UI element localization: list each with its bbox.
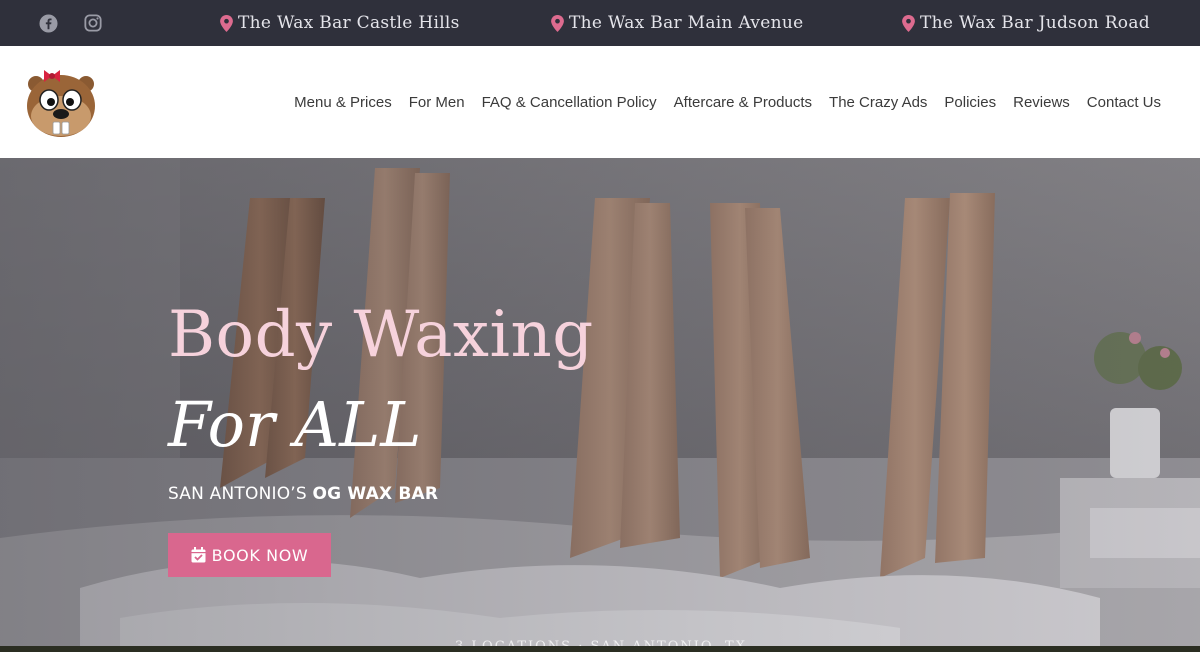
facebook-icon[interactable] (39, 0, 58, 46)
location-judson-road[interactable]: The Wax Bar Judson Road (902, 0, 1150, 46)
hero-headline: Body Waxing (168, 298, 594, 372)
tagline-prefix: SAN ANTONIO’S (168, 484, 313, 504)
nav-faq-cancellation[interactable]: FAQ & Cancellation Policy (482, 94, 657, 111)
nav-crazy-ads[interactable]: The Crazy Ads (829, 94, 927, 111)
map-pin-icon (551, 14, 564, 32)
location-main-avenue[interactable]: The Wax Bar Main Avenue (551, 0, 803, 46)
hero-subheadline: For ALL (168, 388, 422, 461)
top-bar: The Wax Bar Castle Hills The Wax Bar Mai… (0, 0, 1200, 46)
hero-tagline: SAN ANTONIO’S OG WAX BAR (168, 484, 438, 504)
main-nav: Menu & Prices For Men FAQ & Cancellation… (294, 46, 1161, 158)
nav-contact-us[interactable]: Contact Us (1087, 94, 1161, 111)
nav-policies[interactable]: Policies (944, 94, 996, 111)
beaver-mascot-logo[interactable] (22, 62, 102, 142)
map-pin-icon (220, 14, 233, 32)
instagram-icon[interactable] (84, 0, 102, 46)
hero-section: Body Waxing For ALL SAN ANTONIO’S OG WAX… (0, 158, 1200, 652)
location-label: The Wax Bar Judson Road (920, 13, 1150, 33)
calendar-check-icon (191, 547, 206, 563)
location-castle-hills[interactable]: The Wax Bar Castle Hills (220, 0, 460, 46)
nav-menu-prices[interactable]: Menu & Prices (294, 94, 392, 111)
book-now-label: BOOK NOW (211, 545, 309, 565)
bottom-strip (0, 646, 1200, 652)
nav-for-men[interactable]: For Men (409, 94, 465, 111)
map-pin-icon (902, 14, 915, 32)
location-label: The Wax Bar Castle Hills (238, 13, 460, 33)
tagline-bold: OG WAX BAR (312, 484, 439, 504)
location-label: The Wax Bar Main Avenue (569, 13, 804, 33)
nav-aftercare-products[interactable]: Aftercare & Products (674, 94, 812, 111)
nav-reviews[interactable]: Reviews (1013, 94, 1070, 111)
main-header: Menu & Prices For Men FAQ & Cancellation… (0, 46, 1200, 158)
book-now-button[interactable]: BOOK NOW (168, 533, 331, 577)
